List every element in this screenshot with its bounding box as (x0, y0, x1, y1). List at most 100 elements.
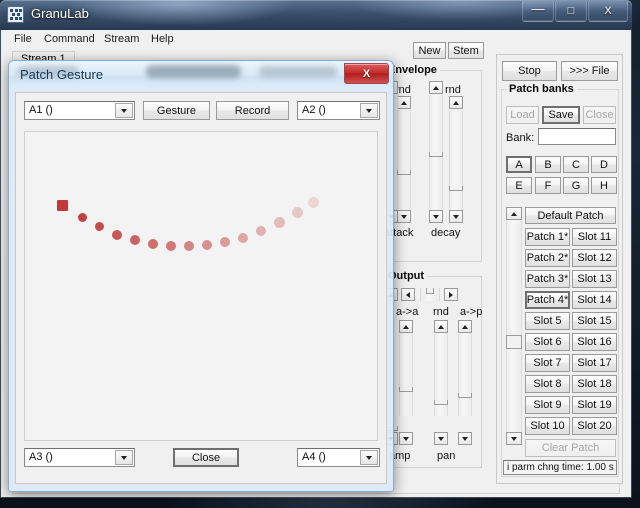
dialog-titlebar[interactable]: Patch Gesture X (9, 61, 393, 91)
gesture-point[interactable] (112, 230, 122, 240)
pan-ap-down[interactable] (458, 432, 472, 445)
slot-patch-1[interactable]: Patch 1* (525, 228, 570, 246)
slot-19[interactable]: Slot 19 (572, 396, 617, 414)
slot-scroll-down-button[interactable] (506, 432, 522, 445)
combo-a2[interactable]: A2 () (297, 101, 380, 120)
slot-10[interactable]: Slot 10 (525, 417, 570, 435)
attack-rnd-track[interactable] (397, 110, 411, 210)
bank-letter-g[interactable]: G (563, 177, 589, 194)
amp-rnd-track[interactable] (399, 334, 413, 416)
menu-command[interactable]: Command (39, 32, 100, 46)
bank-letter-a[interactable]: A (506, 156, 532, 173)
decay-rnd-down[interactable] (449, 210, 463, 223)
bank-letter-d[interactable]: D (591, 156, 617, 173)
gesture-point[interactable] (220, 237, 230, 247)
decay-rnd-track[interactable] (449, 110, 463, 210)
slot-patch-4[interactable]: Patch 4* (525, 291, 570, 309)
slot-15[interactable]: Slot 15 (572, 312, 617, 330)
maximize-button[interactable]: □ (555, 1, 587, 22)
output-pan-thumb[interactable] (426, 288, 434, 294)
amp-rnd-up[interactable] (399, 320, 413, 333)
gesture-canvas[interactable] (24, 131, 378, 441)
menu-help[interactable]: Help (146, 32, 179, 46)
new-button[interactable]: New (413, 42, 446, 59)
attack-rnd-up[interactable] (397, 96, 411, 109)
slot-scroll-up-button[interactable] (506, 207, 522, 220)
load-button[interactable]: Load (506, 106, 539, 124)
gesture-point[interactable] (307, 196, 319, 208)
bank-close-button[interactable]: Close (583, 106, 616, 124)
gesture-point[interactable] (256, 226, 266, 236)
slot-9[interactable]: Slot 9 (525, 396, 570, 414)
decay-slider-up[interactable] (429, 81, 443, 94)
slot-12[interactable]: Slot 12 (572, 249, 617, 267)
bank-letter-h[interactable]: H (591, 177, 617, 194)
decay-slider-down[interactable] (429, 210, 443, 223)
output-pan-left[interactable] (401, 288, 415, 301)
bank-letter-f[interactable]: F (535, 177, 561, 194)
gesture-point[interactable] (130, 235, 140, 245)
combo-a3-chevron-down-icon[interactable] (115, 450, 133, 465)
pan-rnd-thumb[interactable] (434, 400, 448, 405)
dialog-close-label-button[interactable]: Close (173, 448, 239, 467)
clear-patch-button[interactable]: Clear Patch (525, 439, 616, 457)
slot-7[interactable]: Slot 7 (525, 354, 570, 372)
record-button[interactable]: Record (216, 101, 289, 120)
bank-letter-e[interactable]: E (506, 177, 532, 194)
gesture-point[interactable] (184, 241, 194, 251)
gesture-point[interactable] (148, 239, 158, 249)
amp-rnd-thumb[interactable] (399, 387, 413, 392)
slot-11[interactable]: Slot 11 (572, 228, 617, 246)
slot-scrollbar-track[interactable] (506, 220, 522, 432)
output-pan-right[interactable] (444, 288, 458, 301)
bank-letter-c[interactable]: C (563, 156, 589, 173)
slot-18[interactable]: Slot 18 (572, 375, 617, 393)
file-button[interactable]: >>> File (561, 61, 618, 81)
gesture-point[interactable] (291, 206, 303, 218)
attack-rnd-thumb[interactable] (397, 170, 411, 175)
gesture-point[interactable] (238, 233, 248, 243)
menu-file[interactable]: File (9, 32, 37, 46)
slot-8[interactable]: Slot 8 (525, 375, 570, 393)
decay-slider-thumb[interactable] (429, 152, 443, 157)
save-button[interactable]: Save (542, 106, 580, 124)
gesture-point[interactable] (77, 212, 87, 222)
stop-button[interactable]: Stop (502, 61, 557, 81)
gesture-point[interactable] (202, 240, 212, 250)
stem-button[interactable]: Stem (448, 42, 484, 59)
gesture-point[interactable] (273, 216, 285, 228)
decay-rnd-up[interactable] (449, 96, 463, 109)
gesture-point-handle[interactable] (56, 199, 68, 211)
pan-rnd-down[interactable] (434, 432, 448, 445)
slot-patch-2[interactable]: Patch 2* (525, 249, 570, 267)
slot-5[interactable]: Slot 5 (525, 312, 570, 330)
attack-rnd-down[interactable] (397, 210, 411, 223)
bank-letter-b[interactable]: B (535, 156, 561, 173)
slot-17[interactable]: Slot 17 (572, 354, 617, 372)
combo-a4-chevron-down-icon[interactable] (360, 450, 378, 465)
close-button[interactable]: X (588, 1, 628, 22)
combo-a3[interactable]: A3 () (24, 448, 135, 467)
gesture-point[interactable] (166, 241, 176, 251)
bank-input-field[interactable] (539, 129, 615, 144)
slot-16[interactable]: Slot 16 (572, 333, 617, 351)
gesture-point[interactable] (94, 221, 104, 231)
slot-20[interactable]: Slot 20 (572, 417, 617, 435)
pan-ap-thumb[interactable] (458, 393, 472, 398)
slot-scrollbar-thumb[interactable] (506, 335, 522, 349)
slot-14[interactable]: Slot 14 (572, 291, 617, 309)
pan-rnd-up[interactable] (434, 320, 448, 333)
combo-a1[interactable]: A1 () (24, 101, 135, 120)
slot-patch-3[interactable]: Patch 3* (525, 270, 570, 288)
combo-a4[interactable]: A4 () (297, 448, 380, 467)
minimize-button[interactable]: — (522, 1, 554, 22)
bank-input[interactable] (538, 128, 616, 145)
combo-a1-chevron-down-icon[interactable] (115, 103, 133, 118)
combo-a2-chevron-down-icon[interactable] (360, 103, 378, 118)
menu-stream[interactable]: Stream (99, 32, 144, 46)
slot-6[interactable]: Slot 6 (525, 333, 570, 351)
window-titlebar[interactable]: GranuLab — □ X (0, 0, 632, 30)
dialog-close-button[interactable]: X (344, 63, 389, 84)
slot-13[interactable]: Slot 13 (572, 270, 617, 288)
pan-ap-up[interactable] (458, 320, 472, 333)
